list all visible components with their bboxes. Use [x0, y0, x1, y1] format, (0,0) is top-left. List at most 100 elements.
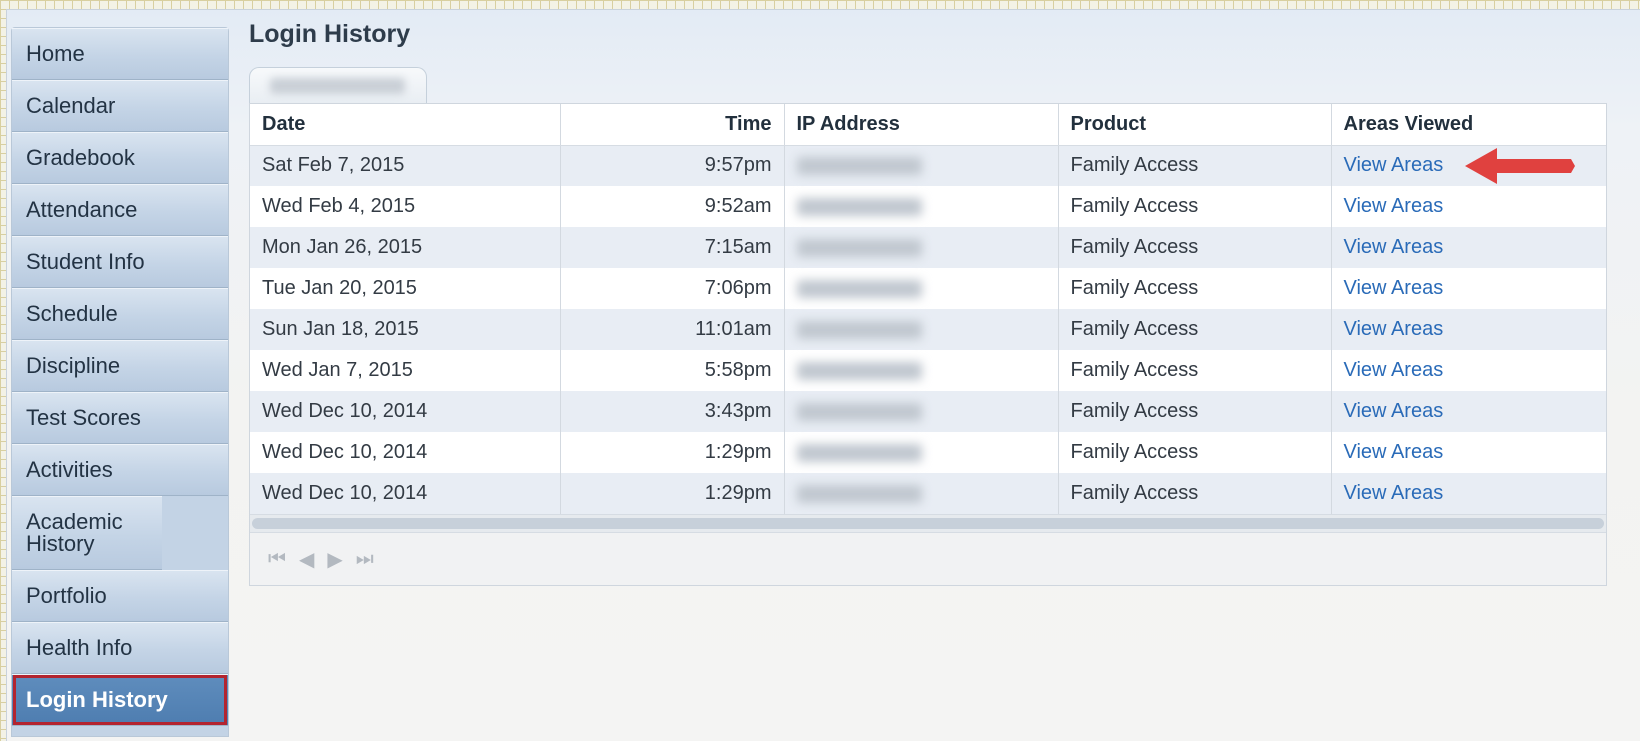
view-areas-link[interactable]: View Areas — [1344, 195, 1444, 217]
table-row: Wed Dec 10, 2014 1:29pm Family Access Vi… — [250, 473, 1606, 514]
sidebar-item-attendance[interactable]: Attendance — [12, 184, 228, 236]
sidebar-nav: Home Calendar Gradebook Attendance Stude… — [11, 27, 229, 737]
cell-areas-viewed: View Areas — [1331, 227, 1606, 268]
view-areas-link[interactable]: View Areas — [1344, 277, 1444, 299]
view-areas-link[interactable]: View Areas — [1344, 359, 1444, 381]
table-row: Wed Dec 10, 2014 3:43pm Family Access Vi… — [250, 391, 1606, 432]
column-header-areas-viewed[interactable]: Areas Viewed — [1331, 104, 1606, 146]
annotation-arrow-icon — [1465, 148, 1575, 184]
cell-date: Sat Feb 7, 2015 — [250, 145, 561, 186]
cell-ip-address — [784, 350, 1059, 391]
cell-areas-viewed: View Areas — [1331, 432, 1606, 473]
sidebar-item-student-info[interactable]: Student Info — [12, 236, 228, 288]
cell-ip-address — [784, 268, 1059, 309]
scrollbar-thumb[interactable] — [252, 518, 1604, 529]
column-header-date[interactable]: Date — [250, 104, 561, 146]
sidebar-item-schedule[interactable]: Schedule — [12, 288, 228, 340]
cell-areas-viewed: View Areas — [1331, 350, 1606, 391]
cell-time: 3:43pm — [560, 391, 785, 432]
table-row: Mon Jan 26, 2015 7:15am Family Access Vi… — [250, 227, 1606, 268]
cell-ip-address — [784, 227, 1059, 268]
view-areas-link[interactable]: View Areas — [1344, 236, 1444, 258]
last-page-icon[interactable]: ⏭ — [356, 548, 374, 571]
column-header-time[interactable]: Time — [560, 104, 785, 146]
cell-product: Family Access — [1058, 473, 1332, 514]
login-history-grid: Date Time IP Address Product Areas Viewe… — [249, 103, 1607, 586]
page-title: Login History — [249, 20, 411, 48]
cell-ip-address — [784, 145, 1059, 186]
horizontal-scrollbar[interactable] — [250, 514, 1606, 532]
view-areas-link[interactable]: View Areas — [1344, 441, 1444, 463]
cell-areas-viewed: View Areas — [1331, 309, 1606, 350]
ip-redacted — [796, 238, 922, 257]
ip-redacted — [796, 320, 922, 339]
cell-time: 7:15am — [560, 227, 785, 268]
table-row: Wed Dec 10, 2014 1:29pm Family Access Vi… — [250, 432, 1606, 473]
view-areas-link[interactable]: View Areas — [1344, 154, 1444, 176]
view-areas-link[interactable]: View Areas — [1344, 318, 1444, 340]
cell-date: Wed Feb 4, 2015 — [250, 186, 561, 227]
cell-time: 5:58pm — [560, 350, 785, 391]
cell-ip-address — [784, 309, 1059, 350]
cell-time: 9:57pm — [560, 145, 785, 186]
cell-product: Family Access — [1058, 432, 1332, 473]
sidebar-item-test-scores[interactable]: Test Scores — [12, 392, 228, 444]
cell-product: Family Access — [1058, 350, 1332, 391]
cell-product: Family Access — [1058, 145, 1332, 186]
view-areas-link[interactable]: View Areas — [1344, 400, 1444, 422]
table-row: Wed Feb 4, 2015 9:52am Family Access Vie… — [250, 186, 1606, 227]
sidebar-item-home[interactable]: Home — [12, 28, 228, 80]
cell-product: Family Access — [1058, 391, 1332, 432]
first-page-icon[interactable]: ⏮ — [268, 548, 286, 571]
cell-time: 11:01am — [560, 309, 785, 350]
ip-redacted — [796, 197, 922, 216]
ip-redacted — [796, 361, 922, 380]
cell-areas-viewed: View Areas — [1331, 473, 1606, 514]
table-header-row: Date Time IP Address Product Areas Viewe… — [250, 104, 1606, 146]
cell-date: Wed Dec 10, 2014 — [250, 432, 561, 473]
ip-redacted — [796, 484, 922, 503]
cell-areas-viewed: View Areas — [1331, 186, 1606, 227]
sidebar-item-academic-history[interactable]: Academic History — [12, 496, 162, 570]
prev-page-icon[interactable]: ◀ — [299, 547, 314, 572]
cell-product: Family Access — [1058, 227, 1332, 268]
pager: ⏮ ◀ ▶ ⏭ — [250, 532, 1606, 585]
cell-time: 1:29pm — [560, 432, 785, 473]
sidebar-item-calendar[interactable]: Calendar — [12, 80, 228, 132]
view-areas-link[interactable]: View Areas — [1344, 482, 1444, 504]
sidebar-item-gradebook[interactable]: Gradebook — [12, 132, 228, 184]
sidebar-item-activities[interactable]: Activities — [12, 444, 228, 496]
cell-date: Wed Dec 10, 2014 — [250, 391, 561, 432]
table-row: Wed Jan 7, 2015 5:58pm Family Access Vie… — [250, 350, 1606, 391]
ip-redacted — [796, 443, 922, 462]
sidebar-item-discipline[interactable]: Discipline — [12, 340, 228, 392]
cell-ip-address — [784, 391, 1059, 432]
table-row: Sat Feb 7, 2015 9:57pm Family Access Vie… — [250, 145, 1606, 186]
cell-date: Wed Dec 10, 2014 — [250, 473, 561, 514]
cell-product: Family Access — [1058, 309, 1332, 350]
cell-time: 1:29pm — [560, 473, 785, 514]
login-history-table: Date Time IP Address Product Areas Viewe… — [250, 104, 1606, 514]
sidebar-item-health-info[interactable]: Health Info — [12, 622, 228, 674]
student-name-redacted — [270, 78, 405, 94]
cell-areas-viewed: View Areas — [1331, 391, 1606, 432]
table-row: Tue Jan 20, 2015 7:06pm Family Access Vi… — [250, 268, 1606, 309]
cell-date: Wed Jan 7, 2015 — [250, 350, 561, 391]
cell-ip-address — [784, 186, 1059, 227]
cell-product: Family Access — [1058, 186, 1332, 227]
cell-date: Sun Jan 18, 2015 — [250, 309, 561, 350]
student-tab[interactable] — [249, 67, 427, 103]
ip-redacted — [796, 279, 922, 298]
cell-ip-address — [784, 473, 1059, 514]
cell-ip-address — [784, 432, 1059, 473]
sidebar-item-portfolio[interactable]: Portfolio — [12, 570, 228, 622]
cell-time: 9:52am — [560, 186, 785, 227]
column-header-ip-address[interactable]: IP Address — [784, 104, 1059, 146]
ip-redacted — [796, 402, 922, 421]
cell-product: Family Access — [1058, 268, 1332, 309]
next-page-icon[interactable]: ▶ — [327, 547, 342, 572]
cell-date: Mon Jan 26, 2015 — [250, 227, 561, 268]
column-header-product[interactable]: Product — [1058, 104, 1332, 146]
sidebar-item-login-history[interactable]: Login History — [12, 674, 228, 726]
table-row: Sun Jan 18, 2015 11:01am Family Access V… — [250, 309, 1606, 350]
